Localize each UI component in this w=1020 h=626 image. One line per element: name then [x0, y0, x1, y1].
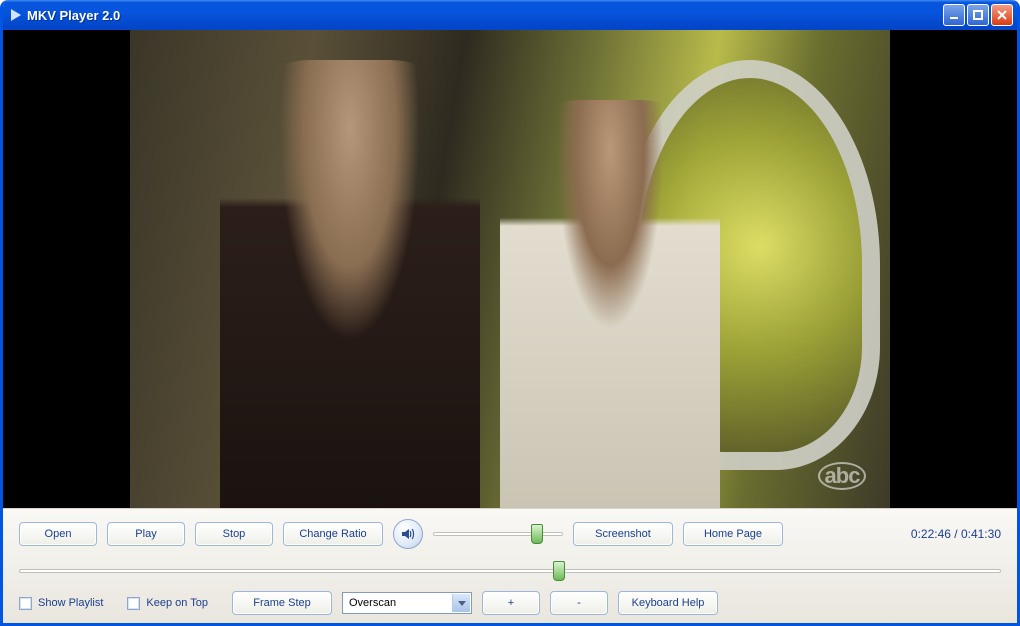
controls-row-bottom: Show Playlist Keep on Top Frame Step Ove…: [19, 591, 1001, 615]
frame-step-button[interactable]: Frame Step: [232, 591, 332, 615]
checkbox-box: [127, 597, 140, 610]
volume-thumb[interactable]: [531, 524, 543, 544]
seek-track: [19, 569, 1001, 573]
keep-on-top-checkbox[interactable]: Keep on Top: [127, 597, 208, 610]
keyboard-help-button[interactable]: Keyboard Help: [618, 591, 718, 615]
minimize-button[interactable]: [943, 4, 965, 26]
video-scene-figure-1: [220, 60, 480, 508]
video-area[interactable]: abc: [3, 30, 1017, 508]
zoom-in-button[interactable]: +: [482, 591, 540, 615]
time-display: 0:22:46 / 0:41:30: [911, 527, 1001, 541]
minimize-icon: [949, 10, 959, 20]
time-total: 0:41:30: [961, 527, 1001, 541]
speaker-icon: [400, 526, 416, 542]
window-buttons: [943, 4, 1013, 26]
show-playlist-label: Show Playlist: [38, 597, 103, 609]
close-icon: [997, 10, 1007, 20]
home-page-button[interactable]: Home Page: [683, 522, 783, 546]
window-title: MKV Player 2.0: [21, 8, 943, 23]
seek-slider[interactable]: [19, 561, 1001, 581]
volume-track: [433, 532, 563, 536]
sound-toggle-button[interactable]: [393, 519, 423, 549]
chevron-down-icon: [452, 594, 470, 612]
maximize-icon: [973, 10, 983, 20]
app-window: MKV Player 2.0 abc Open Play Stop Change: [0, 0, 1020, 626]
seek-thumb[interactable]: [553, 561, 565, 581]
overscan-value: Overscan: [349, 597, 396, 609]
volume-slider[interactable]: [433, 524, 563, 544]
time-current: 0:22:46: [911, 527, 951, 541]
time-separator: /: [951, 527, 961, 541]
change-ratio-button[interactable]: Change Ratio: [283, 522, 383, 546]
controls-row-top: Open Play Stop Change Ratio Screenshot H…: [19, 519, 1001, 549]
overscan-select[interactable]: Overscan: [342, 592, 472, 614]
close-button[interactable]: [991, 4, 1013, 26]
app-play-icon: [11, 9, 21, 21]
checkbox-box: [19, 597, 32, 610]
video-frame: abc: [130, 30, 890, 508]
zoom-out-button[interactable]: -: [550, 591, 608, 615]
screenshot-button[interactable]: Screenshot: [573, 522, 673, 546]
maximize-button[interactable]: [967, 4, 989, 26]
video-scene-figure-2: [500, 100, 720, 508]
open-button[interactable]: Open: [19, 522, 97, 546]
play-button[interactable]: Play: [107, 522, 185, 546]
control-panel: Open Play Stop Change Ratio Screenshot H…: [3, 508, 1017, 623]
broadcast-watermark: abc: [818, 462, 866, 490]
titlebar[interactable]: MKV Player 2.0: [3, 0, 1017, 30]
show-playlist-checkbox[interactable]: Show Playlist: [19, 597, 103, 610]
keep-on-top-label: Keep on Top: [146, 597, 208, 609]
seek-row: [19, 559, 1001, 581]
stop-button[interactable]: Stop: [195, 522, 273, 546]
